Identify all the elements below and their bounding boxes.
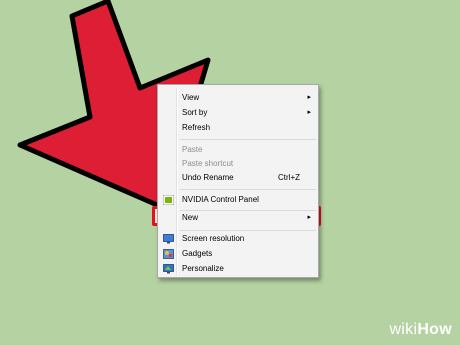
nvidia-icon — [163, 195, 174, 205]
menu-item-paste[interactable]: Paste — [160, 143, 316, 157]
menu-item-view[interactable]: View ▸ — [160, 91, 316, 105]
menu-item-label: Refresh — [182, 123, 211, 132]
menu-item-label: Personalize — [182, 264, 224, 273]
submenu-arrow-icon: ▸ — [307, 109, 311, 116]
menu-item-sort-by[interactable]: Sort by ▸ — [160, 106, 316, 120]
menu-separator — [180, 139, 316, 140]
personalize-icon — [163, 264, 174, 274]
submenu-arrow-icon: ▸ — [307, 94, 311, 101]
menu-item-label: Screen resolution — [182, 234, 245, 243]
menu-item-label: Paste shortcut — [182, 159, 234, 168]
menu-item-paste-shortcut[interactable]: Paste shortcut — [160, 157, 316, 171]
menu-item-label: Gadgets — [182, 249, 213, 258]
menu-item-label: Paste — [182, 145, 203, 154]
menu-separator — [180, 230, 316, 231]
menu-item-refresh[interactable]: Refresh — [160, 121, 316, 135]
menu-item-personalize[interactable]: Personalize — [160, 262, 316, 276]
menu-item-new[interactable]: New ▸ — [160, 211, 316, 225]
menu-item-label: New — [182, 213, 199, 222]
desktop-context-menu: View ▸ Sort by ▸ Refresh Paste Paste sho… — [157, 84, 319, 278]
brand-how: How — [417, 321, 452, 338]
menu-item-screen-resolution[interactable]: Screen resolution — [160, 232, 316, 246]
brand-wiki: wiki — [389, 321, 418, 338]
submenu-arrow-icon: ▸ — [307, 214, 311, 221]
gadgets-icon — [163, 249, 174, 259]
screen-resolution-icon — [163, 234, 174, 244]
menu-separator — [180, 189, 316, 190]
menu-item-label: NVIDIA Control Panel — [182, 195, 259, 204]
wikihow-watermark: wikiHow — [389, 321, 452, 339]
menu-item-label: Sort by — [182, 108, 208, 117]
menu-item-nvidia-control-panel[interactable]: NVIDIA Control Panel — [160, 193, 316, 207]
shortcut-label: Ctrl+Z — [278, 173, 300, 182]
menu-item-undo-rename[interactable]: Undo Rename Ctrl+Z — [160, 171, 316, 185]
menu-item-label: Undo Rename — [182, 173, 234, 182]
menu-item-gadgets[interactable]: Gadgets — [160, 247, 316, 261]
menu-item-label: View — [182, 93, 200, 102]
